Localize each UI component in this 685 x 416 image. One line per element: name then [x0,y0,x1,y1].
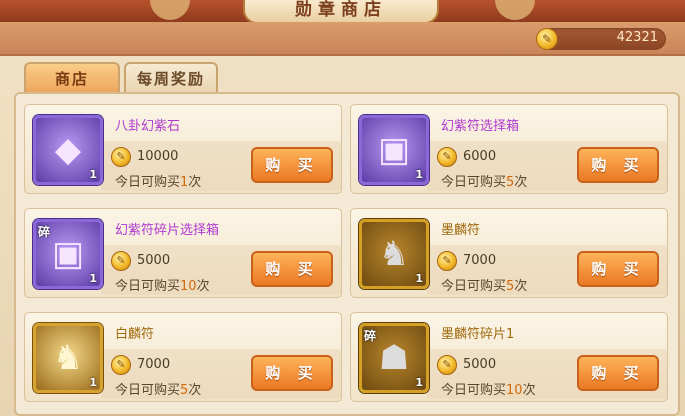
item-name: 白麟符 [115,327,155,342]
shop-item-card: ▣ 1 幻紫符选择箱 ✎ 6000 今日可购买5次 购 买 [350,104,668,194]
buy-button[interactable]: 购 买 [251,355,333,391]
purchase-limit: 今日可购买5次 [441,175,528,190]
medal-coin-icon: ✎ [111,147,131,167]
item-name: 八卦幻紫石 [115,119,181,134]
tab-shop[interactable]: 商店 [24,62,120,94]
item-name: 墨麟符碎片1 [441,327,515,342]
qilin-statue-icon: ♞ 1 [33,323,103,393]
buy-button[interactable]: 购 买 [251,147,333,183]
shop-item-card: ♞ 1 白麟符 ✎ 7000 今日可购买5次 购 买 [24,312,342,402]
fragment-badge: 碎 [364,329,377,343]
qilin-glyph: ♞ [52,338,84,378]
item-quantity: 1 [415,168,423,181]
title-ornament-right [495,0,535,20]
treasure-chest-icon: ▣ 1 [359,115,429,185]
medal-coin-icon: ✎ [437,251,457,271]
gem-glyph: ◆ [54,130,82,170]
shop-item-card: ◆ 1 八卦幻紫石 ✎ 10000 今日可购买1次 购 买 [24,104,342,194]
item-price: 5000 [463,357,497,372]
medal-coin-icon: ✎ [536,28,558,50]
item-price: 7000 [463,253,497,268]
shop-item-card: ♞ 1 墨麟符 ✎ 7000 今日可购买5次 购 买 [350,208,668,298]
qilin-head-icon: ☗ 碎 1 [359,323,429,393]
currency-amount: 42321 [616,30,658,45]
shop-window: 勋章商店 ✎ 42321 商店 每周奖励 ◆ 1 八卦幻紫石 ✎ 10000 今… [0,0,685,416]
buy-button[interactable]: 购 买 [577,251,659,287]
item-name: 幻紫符选择箱 [441,119,520,134]
currency-display: ✎ 42321 [536,28,666,50]
tab-weekly-rewards[interactable]: 每周奖励 [124,62,218,94]
treasure-chest-icon: ▣ 碎 1 [33,219,103,289]
buy-button[interactable]: 购 买 [577,355,659,391]
item-quantity: 1 [415,376,423,389]
currency-bar: ✎ 42321 [0,22,685,56]
qilin-head-glyph: ☗ [378,338,410,378]
shop-item-card: ☗ 碎 1 墨麟符碎片1 ✎ 5000 今日可购买10次 购 买 [350,312,668,402]
buy-button[interactable]: 购 买 [251,251,333,287]
buy-button[interactable]: 购 买 [577,147,659,183]
item-price: 10000 [137,149,179,164]
item-price: 6000 [463,149,497,164]
item-quantity: 1 [89,272,97,285]
medal-coin-icon: ✎ [437,147,457,167]
item-quantity: 1 [89,168,97,181]
title-bar: 勋章商店 [0,0,685,24]
medal-coin-icon: ✎ [111,355,131,375]
chest-glyph: ▣ [377,130,411,170]
qilin-glyph: ♞ [378,234,410,274]
qilin-statue-icon: ♞ 1 [359,219,429,289]
medal-coin-icon: ✎ [437,355,457,375]
item-name: 墨麟符 [441,223,481,238]
purchase-limit: 今日可购买1次 [115,175,202,190]
purchase-limit: 今日可购买5次 [441,279,528,294]
chest-glyph: ▣ [51,234,85,274]
medal-coin-icon: ✎ [111,251,131,271]
item-price: 7000 [137,357,171,372]
purchase-limit: 今日可购买10次 [115,279,210,294]
purchase-limit: 今日可购买10次 [441,383,536,398]
fragment-badge: 碎 [38,225,51,239]
item-quantity: 1 [415,272,423,285]
purple-gem-icon: ◆ 1 [33,115,103,185]
item-name: 幻紫符碎片选择箱 [115,223,220,238]
shop-title: 勋章商店 [243,0,439,24]
item-price: 5000 [137,253,171,268]
shop-item-card: ▣ 碎 1 幻紫符碎片选择箱 ✎ 5000 今日可购买10次 购 买 [24,208,342,298]
title-ornament-left [150,0,190,20]
item-quantity: 1 [89,376,97,389]
purchase-limit: 今日可购买5次 [115,383,202,398]
